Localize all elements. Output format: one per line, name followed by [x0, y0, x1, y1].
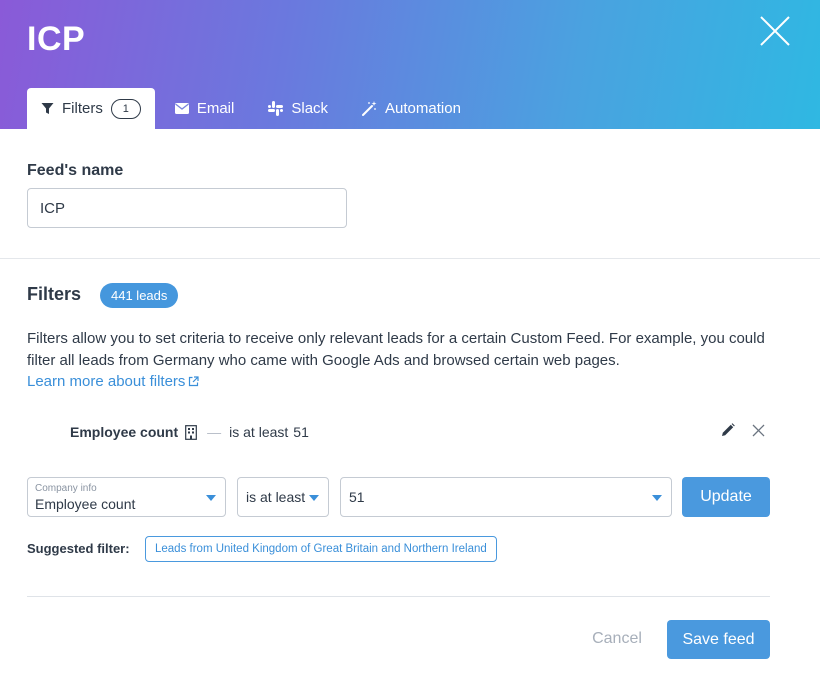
- chevron-down-icon: [652, 495, 662, 501]
- cancel-button[interactable]: Cancel: [585, 620, 649, 658]
- footer-divider: [27, 596, 770, 597]
- building-icon: [185, 424, 198, 440]
- filters-description: Filters allow you to set criteria to rec…: [27, 330, 765, 369]
- field-select-group: Company info: [35, 483, 97, 494]
- tab-slack-label: Slack: [291, 100, 329, 117]
- remove-rule-button[interactable]: [752, 424, 765, 442]
- rule-operator: is at least: [229, 424, 289, 440]
- filter-rule-row: Employee count — is at least 51: [70, 422, 309, 442]
- learn-more-label: Learn more about filters: [27, 373, 186, 390]
- edit-rule-button[interactable]: [721, 423, 735, 442]
- envelope-icon: [174, 103, 189, 114]
- suggested-filter-label: Suggested filter:: [27, 541, 130, 556]
- chevron-down-icon: [206, 495, 216, 501]
- custom-feed-modal: ICP Filters 1 Email Slack Automation Fee…: [0, 0, 820, 688]
- field-select[interactable]: Company info Employee count: [27, 477, 226, 517]
- tab-filters-label: Filters: [62, 100, 103, 117]
- close-button[interactable]: [758, 14, 792, 48]
- update-button[interactable]: Update: [682, 477, 770, 517]
- external-link-icon: [189, 376, 200, 387]
- section-divider: [0, 258, 820, 259]
- feed-name-label: Feed's name: [27, 162, 124, 179]
- field-select-value: Employee count: [35, 496, 136, 512]
- tab-bar: Filters 1 Email Slack Automation: [27, 88, 481, 129]
- close-icon: [752, 424, 765, 437]
- save-feed-button[interactable]: Save feed: [667, 620, 770, 659]
- chevron-down-icon: [309, 495, 319, 501]
- tab-filters[interactable]: Filters 1: [27, 88, 155, 129]
- tab-email[interactable]: Email: [161, 88, 249, 129]
- tab-slack[interactable]: Slack: [254, 88, 342, 129]
- leads-count-badge: 441 leads: [100, 283, 179, 308]
- feed-name-input[interactable]: [27, 188, 347, 228]
- operator-select-value: is at least: [246, 489, 306, 505]
- learn-more-link[interactable]: Learn more about filters: [27, 373, 200, 390]
- filters-count-badge: 1: [110, 98, 141, 119]
- tab-automation-label: Automation: [385, 100, 461, 117]
- filters-heading: Filters: [27, 284, 82, 304]
- modal-header: ICP Filters 1 Email Slack Automation: [0, 0, 820, 129]
- rule-dash: —: [207, 424, 222, 440]
- pencil-icon: [722, 423, 735, 436]
- value-select-value: 51: [349, 489, 365, 505]
- modal-title: ICP: [27, 20, 86, 58]
- value-select[interactable]: 51: [340, 477, 672, 517]
- tab-email-label: Email: [196, 100, 235, 117]
- magic-wand-icon: [362, 101, 377, 116]
- close-icon: [760, 16, 790, 46]
- operator-select[interactable]: is at least: [237, 477, 329, 517]
- slack-icon: [268, 101, 284, 116]
- tab-automation[interactable]: Automation: [348, 88, 475, 129]
- rule-field-label: Employee count: [70, 424, 179, 440]
- funnel-icon: [41, 103, 54, 114]
- rule-value: 51: [293, 424, 309, 440]
- suggested-filter-chip[interactable]: Leads from United Kingdom of Great Brita…: [145, 536, 497, 562]
